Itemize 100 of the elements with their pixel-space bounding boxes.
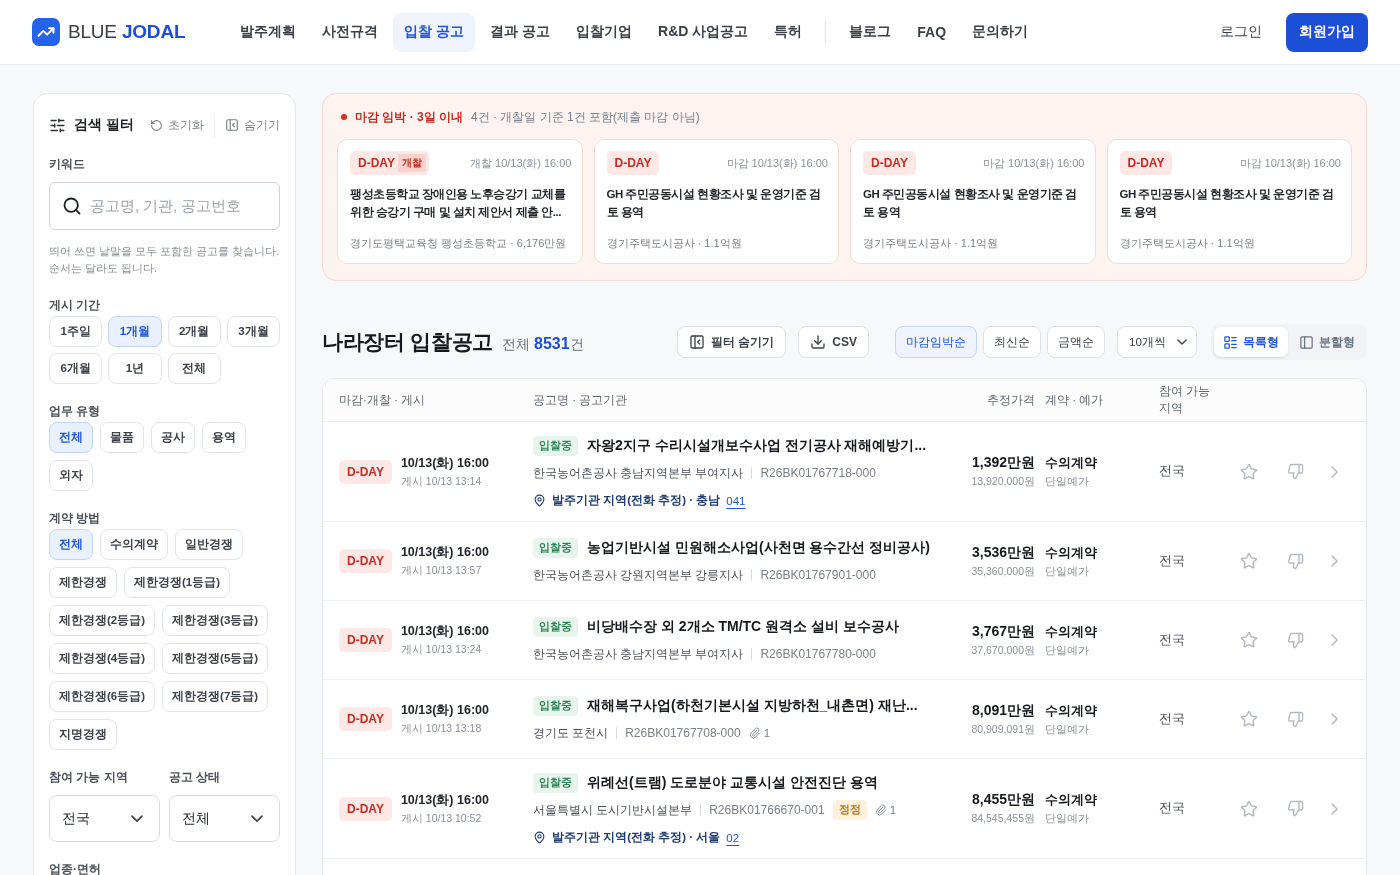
reset-button[interactable]: 초기화 <box>150 117 204 133</box>
notice-card[interactable]: D-DAY 개찰 개찰 10/13(화) 16:00 팽성초등학교 장애인용 노후승강기 교체를 위한 승강기 구매 및 설치 제안서 제출 안... 경기도평택교육청 팽성초등학교 · 6,176만원 <box>337 139 583 264</box>
agency-name: 경기도 포천시 <box>533 725 609 741</box>
notice-number: R26BK01767901-000 <box>760 568 876 582</box>
hide-panel-button[interactable]: 숨기기 <box>225 117 280 133</box>
hide-filter-button[interactable]: 필터 숨기기 <box>676 326 787 358</box>
nav-link[interactable]: 문의하기 <box>961 12 1040 52</box>
filter-chip[interactable]: 일반경쟁 <box>175 529 243 560</box>
card-date: 마감 10/13(화) 16:00 <box>1239 155 1341 171</box>
panel-title: 검색 필터 <box>74 116 134 134</box>
notice-title[interactable]: 재해복구사업(하천기본시설 지방하천_내촌면) 재난... <box>587 697 918 715</box>
status-badge: 입찰중 <box>533 538 578 558</box>
column-header: 참여 가능 지역 <box>1159 384 1212 416</box>
price-method: 단일예가 <box>1045 643 1089 658</box>
table-row[interactable]: D-DAY 10/13(화) 16:00 게시 10/13 13:24 입찰중 비당배수장 외 2개소 TM/TC 원격소 설비 보수공사 한국농어촌공사 충남지역본부 부여지사 R26BK01767780-000 3,767만원 37,670,000원 수의계약 단일예가 전국 <box>323 601 1366 680</box>
table-row[interactable]: D-DAY 10/13(화) 16:00 게시 10/13 10:52 입찰중 위례선(트램) 도로분야 교통시설 안전진단 용역 서울특별시 도시기반시설본부 R26BK01766670-001 정정 1 발주기관 지역(전화 추정) · 서울 02 8,455만원 84,545,455원 수의계약 단일예가 전국 <box>323 759 1366 859</box>
dday-badge: D-DAY <box>606 151 660 175</box>
notice-title[interactable]: 자왕2지구 수리시설개보수사업 전기공사 재해예방기... <box>587 437 927 455</box>
filter-chip[interactable]: 제한경쟁 <box>49 567 117 598</box>
posted-text: 게시 10/13 13:14 <box>400 474 482 489</box>
agency-name: 한국농어촌공사 강원지역본부 강릉지사 <box>533 567 744 583</box>
signup-button[interactable]: 회원가입 <box>1286 12 1368 52</box>
filter-chip[interactable]: 제한경쟁(3등급) <box>162 605 269 636</box>
nav-link[interactable]: 사전규격 <box>311 12 390 52</box>
csv-button[interactable]: CSV <box>798 326 869 358</box>
column-header: 추정가격 <box>987 392 1036 408</box>
status-badge: 입찰중 <box>533 696 578 716</box>
dropdown-select[interactable]: 전국 <box>49 795 160 842</box>
exact-price-text: 80,909,091원 <box>971 722 1035 737</box>
status-badge: 입찰중 <box>533 617 578 637</box>
posted-text: 게시 10/13 13:18 <box>400 722 482 736</box>
sort-button[interactable]: 마감임박순 <box>895 326 977 358</box>
notice-number: R26BK01767718-000 <box>760 466 876 480</box>
login-link[interactable]: 로그인 <box>1208 23 1274 41</box>
filter-chip[interactable]: 제한경쟁(5등급) <box>162 643 269 674</box>
filter-chip[interactable]: 제한경쟁(6등급) <box>49 681 156 712</box>
filter-chip[interactable]: 3개월 <box>226 316 280 347</box>
nav-link[interactable]: 입찰 공고 <box>393 12 476 52</box>
card-meta: 경기주택도시공사 · 1.1억원 <box>863 236 1000 251</box>
filter-chip[interactable]: 제한경쟁(7등급) <box>162 681 269 712</box>
dday-badge: D-DAY <box>339 628 392 652</box>
stage-tag: 개찰 <box>397 151 429 175</box>
view-tab[interactable]: 분할형 <box>1290 327 1364 357</box>
nav-link[interactable]: FAQ <box>906 12 958 52</box>
filter-chip[interactable]: 6개월 <box>49 353 103 384</box>
search-field[interactable]: 공고명, 기관, 공고번호 <box>49 182 280 230</box>
nav-link[interactable]: 블로그 <box>838 12 903 52</box>
notice-title[interactable]: 비당배수장 외 2개소 TM/TC 원격소 설비 보수공사 <box>587 618 899 636</box>
nav-link[interactable]: 특허 <box>763 12 814 52</box>
filter-chip[interactable]: 수의계약 <box>100 529 168 560</box>
view-tab[interactable]: 목록형 <box>1214 327 1288 357</box>
sort-button[interactable]: 금액순 <box>1047 326 1105 358</box>
filter-chip[interactable]: 1년 <box>108 353 162 384</box>
filter-chip[interactable]: 제한경쟁(2등급) <box>49 605 156 636</box>
contract-type: 수의계약 <box>1045 701 1097 720</box>
price-method: 단일예가 <box>1045 564 1089 579</box>
column-header: 공고명 · 공고기관 <box>533 392 628 408</box>
nav-link[interactable]: 결과 공고 <box>479 12 562 52</box>
table-row[interactable]: D-DAY 10/13(화) 16:00 게시 10/13 13:18 입찰중 재해복구사업(하천기본시설 지방하천_내촌면) 재난... 경기도 포천시 R26BK01767708-000 1 8,091만원 80,909,091원 수의계약 단일예가 전국 <box>323 680 1366 759</box>
notice-card[interactable]: D-DAY 마감 10/13(화) 16:00 GH 주민공동시설 현황조사 및 운영기준 검토 용역 경기주택도시공사 · 1.1억원 <box>1106 139 1352 264</box>
filter-chip[interactable]: 외자 <box>49 460 93 491</box>
dday-badge: D-DAY <box>863 151 916 175</box>
area-code-link[interactable]: 02 <box>726 831 740 844</box>
notice-card[interactable]: D-DAY 마감 10/13(화) 16:00 GH 주민공동시설 현황조사 및 운영기준 검토 용역 경기주택도시공사 · 1.1억원 <box>850 139 1096 264</box>
filter-chip[interactable]: 1주일 <box>49 316 103 347</box>
page-size-select[interactable]: 10개씩 <box>1117 326 1197 358</box>
filter-chip[interactable]: 전체 <box>167 353 221 384</box>
contract-type: 수의계약 <box>1045 622 1097 641</box>
area-code-link[interactable]: 041 <box>726 494 746 507</box>
table-row[interactable]: D-DAY 10/13(화) 16:00 게시 10/13 13:14 입찰중 자왕2지구 수리시설개보수사업 전기공사 재해예방기... 한국농어촌공사 충남지역본부 부여지사 R26BK01767718-000 발주기관 지역(전화 추정) · 충남 041 1,392만원 13,920,000원 수의계약 단일예가 전국 <box>323 422 1366 522</box>
dropdown-select[interactable]: 전체 <box>169 795 280 842</box>
filter-chip[interactable]: 공사 <box>151 422 195 453</box>
notice-title[interactable]: 농업기반시설 민원해소사업(사천면 용수간선 정비공사) <box>587 539 930 557</box>
exact-price-text: 35,360,000원 <box>971 564 1035 579</box>
filter-chip[interactable]: 제한경쟁(1등급) <box>124 567 231 598</box>
notice-title[interactable]: 위례선(트램) 도로분야 교통시설 안전진단 용역 <box>587 774 878 792</box>
filter-chip[interactable]: 물품 <box>100 422 144 453</box>
region-text: 전국 <box>1159 710 1186 728</box>
filter-chip[interactable]: 전체 <box>49 529 93 560</box>
price-method: 단일예가 <box>1045 475 1089 489</box>
filter-chip[interactable]: 용역 <box>202 422 246 453</box>
table-row[interactable]: D-DAY 10/13(화) 16:00 게시 10/13 13:57 입찰중 농업기반시설 민원해소사업(사천면 용수간선 정비공사) 한국농어촌공사 강원지역본부 강릉지사 R26BK01767901-000 3,536만원 35,360,000원 수의계약 단일예가 전국 <box>323 522 1366 601</box>
sort-button[interactable]: 최신순 <box>983 326 1041 358</box>
filter-chip[interactable]: 전체 <box>49 422 93 453</box>
filter-chip[interactable]: 2개월 <box>167 316 221 347</box>
nav-link[interactable]: 입찰기업 <box>565 12 644 52</box>
nav-link[interactable]: R&D 사업공고 <box>647 12 760 52</box>
dot-icon <box>341 114 347 120</box>
page-title: 나라장터 입찰공고 <box>322 329 494 355</box>
filter-chip[interactable]: 제한경쟁(4등급) <box>49 643 156 674</box>
region-text: 전국 <box>1159 552 1186 570</box>
list-view-icon <box>1223 334 1238 350</box>
contract-type: 수의계약 <box>1045 791 1097 809</box>
nav-link[interactable]: 발주계획 <box>229 12 308 52</box>
deadline-text: 10/13(화) 16:00 <box>400 623 489 640</box>
card-title: GH 주민공동시설 현황조사 및 운영기준 검토 용역 <box>1119 187 1335 220</box>
filter-chip[interactable]: 1개월 <box>108 316 162 347</box>
notice-card[interactable]: D-DAY 마감 10/13(화) 16:00 GH 주민공동시설 현황조사 및 운영기준 검토 용역 경기주택도시공사 · 1.1억원 <box>593 139 839 264</box>
dday-badge: D-DAY <box>350 151 398 175</box>
filter-chip[interactable]: 지명경쟁 <box>49 719 117 750</box>
